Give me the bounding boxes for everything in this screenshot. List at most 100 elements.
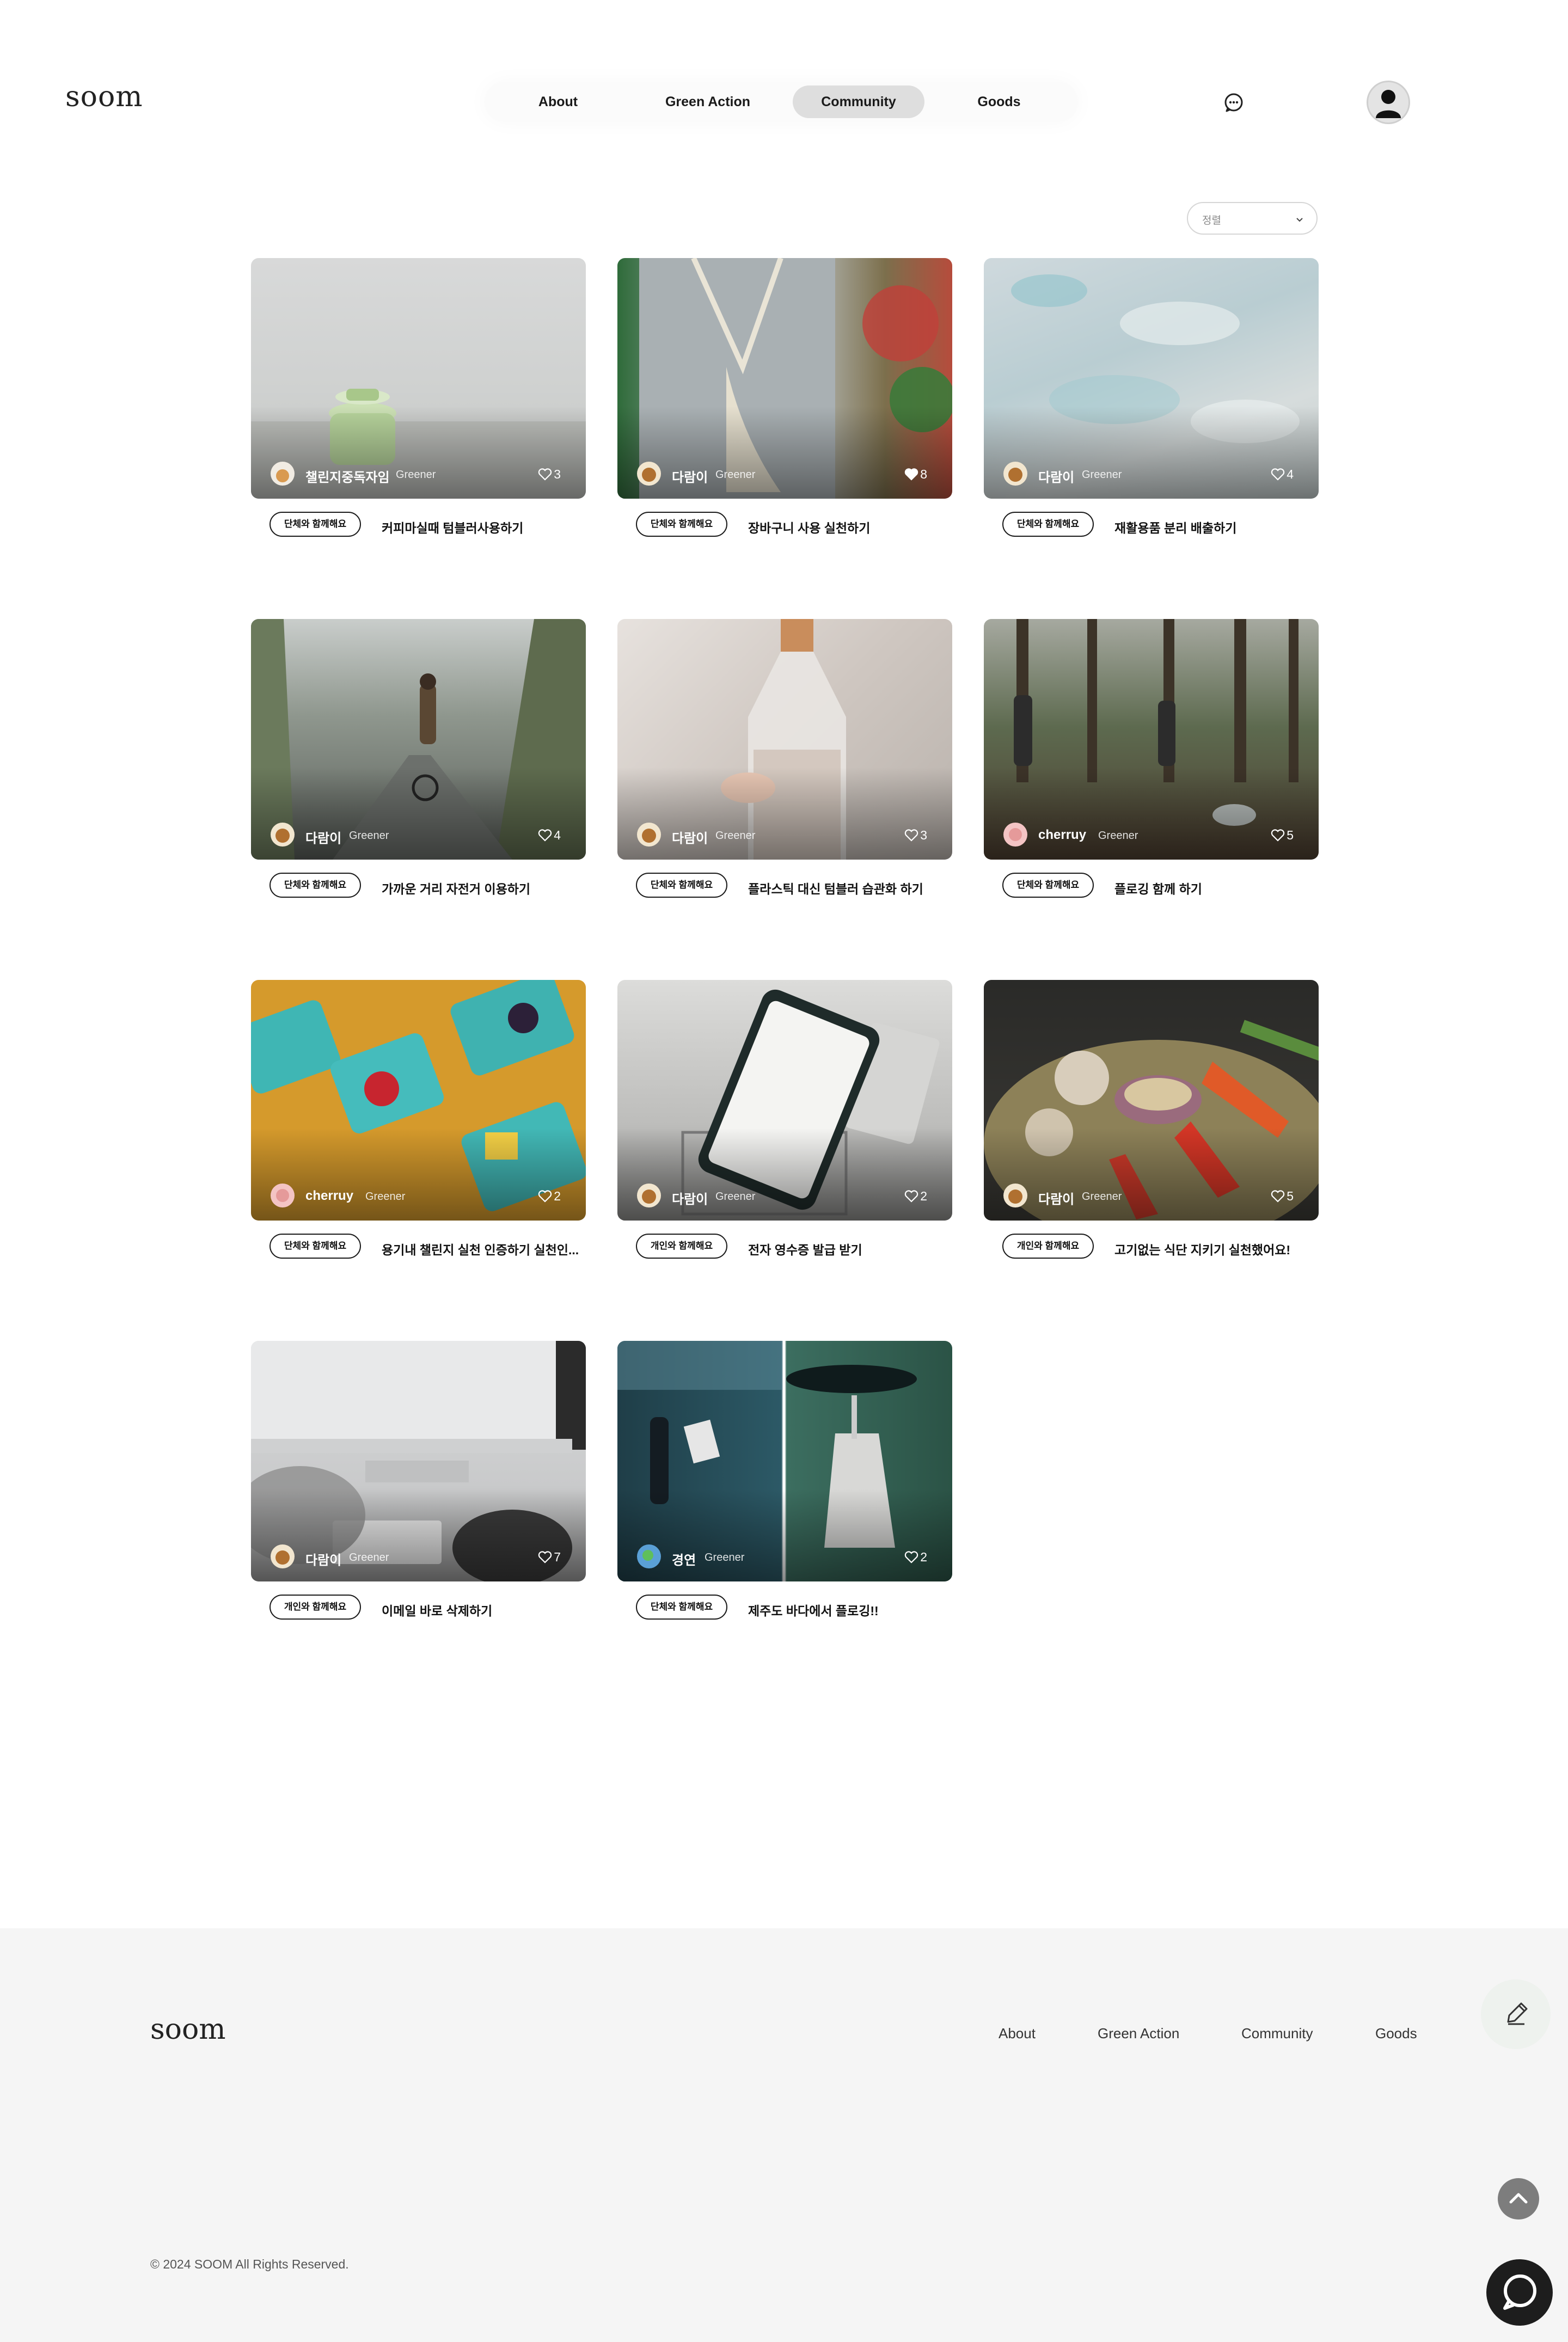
- main-nav: About Green Action Community Goods: [485, 82, 1078, 122]
- post-card[interactable]: 다람이 Greener 4 단체와 함께해요 재활용품 분리 배출하기: [984, 258, 1319, 541]
- author-avatar: [271, 1184, 295, 1207]
- nav-item-about[interactable]: About: [523, 85, 593, 118]
- author-avatar: [637, 823, 661, 847]
- chat-button[interactable]: [1486, 2259, 1553, 2326]
- author-name[interactable]: cherruy: [1038, 827, 1086, 843]
- like-count: 4: [554, 828, 561, 842]
- footer-link-community[interactable]: Community: [1241, 2025, 1313, 2042]
- like-count: 3: [554, 467, 561, 481]
- author-level: Greener: [396, 469, 436, 481]
- post-title[interactable]: 커피마실때 텀블러사용하기: [382, 518, 523, 536]
- post-title[interactable]: 장바구니 사용 실천하기: [748, 518, 870, 536]
- nav-item-community[interactable]: Community: [793, 85, 924, 118]
- post-image[interactable]: 다람이 Greener 4: [984, 258, 1319, 499]
- post-image[interactable]: 챌린지중독자임 Greener 3: [251, 258, 586, 499]
- author-name[interactable]: 다람이: [672, 1188, 708, 1207]
- author-avatar: [1003, 823, 1027, 847]
- post-title[interactable]: 용기내 챌린지 실천 인증하기 실천인...: [382, 1240, 579, 1258]
- like-count: 2: [920, 1189, 927, 1203]
- category-tag: 단체와 함께해요: [636, 1595, 727, 1620]
- heart-icon[interactable]: [538, 829, 552, 842]
- post-card[interactable]: 다람이 Greener 8 단체와 함께해요 장바구니 사용 실천하기: [617, 258, 952, 541]
- site-footer: soom About Green Action Community Goods …: [0, 1928, 1568, 2342]
- heart-icon[interactable]: [1271, 1190, 1285, 1203]
- heart-icon[interactable]: [538, 468, 552, 481]
- like-count: 5: [1287, 1189, 1294, 1203]
- heart-icon[interactable]: [904, 829, 918, 842]
- post-card[interactable]: 경연 Greener 2 단체와 함께해요 제주도 바다에서 플로깅!!: [617, 1341, 952, 1624]
- author-avatar: [637, 462, 661, 486]
- author-avatar: [271, 462, 295, 486]
- author-level: Greener: [1082, 1191, 1122, 1203]
- category-tag: 개인와 함께해요: [270, 1595, 361, 1620]
- author-name[interactable]: 경연: [672, 1549, 696, 1568]
- post-title[interactable]: 전자 영수증 발급 받기: [748, 1240, 862, 1258]
- footer-link-goods[interactable]: Goods: [1375, 2025, 1417, 2042]
- user-avatar-icon[interactable]: [1367, 81, 1410, 124]
- post-title[interactable]: 재활용품 분리 배출하기: [1114, 518, 1236, 536]
- post-image[interactable]: 다람이 Greener 5: [984, 980, 1319, 1221]
- copyright: © 2024 SOOM All Rights Reserved.: [150, 2257, 349, 2271]
- author-name[interactable]: 다람이: [1038, 467, 1074, 486]
- author-avatar: [271, 823, 295, 847]
- author-name[interactable]: 다람이: [305, 1549, 341, 1568]
- heart-icon[interactable]: [538, 1190, 552, 1203]
- post-image[interactable]: 다람이 Greener 8: [617, 258, 952, 499]
- author-name[interactable]: 다람이: [672, 467, 708, 486]
- post-card[interactable]: 다람이 Greener 5 개인와 함께해요 고기없는 식단 지키기 실천했어요…: [984, 980, 1319, 1263]
- author-level: Greener: [349, 830, 389, 842]
- category-tag: 단체와 함께해요: [1002, 873, 1094, 898]
- chevron-down-icon: [1296, 218, 1303, 222]
- heart-icon[interactable]: [1271, 468, 1285, 481]
- post-card[interactable]: cherruy Greener 5 단체와 함께해요 플로깅 함께 하기: [984, 619, 1319, 902]
- post-card[interactable]: 다람이 Greener 2 개인와 함께해요 전자 영수증 발급 받기: [617, 980, 952, 1263]
- logo[interactable]: soom: [65, 83, 143, 111]
- author-avatar: [1003, 1184, 1027, 1207]
- category-tag: 단체와 함께해요: [270, 512, 361, 537]
- footer-link-green-action[interactable]: Green Action: [1098, 2025, 1179, 2042]
- heart-icon[interactable]: [904, 1190, 918, 1203]
- post-image[interactable]: cherruy Greener 2: [251, 980, 586, 1221]
- post-card[interactable]: cherruy Greener 2 단체와 함께해요 용기내 챌린지 실천 인증…: [251, 980, 586, 1263]
- nav-item-green-action[interactable]: Green Action: [653, 85, 762, 118]
- sort-dropdown[interactable]: 정렬: [1187, 202, 1318, 235]
- post-image[interactable]: 경연 Greener 2: [617, 1341, 952, 1581]
- post-title[interactable]: 플로깅 함께 하기: [1114, 879, 1202, 897]
- post-title[interactable]: 제주도 바다에서 플로깅!!: [748, 1601, 879, 1619]
- author-avatar: [271, 1544, 295, 1568]
- post-title[interactable]: 플라스틱 대신 텀블러 습관화 하기: [748, 879, 923, 897]
- post-image[interactable]: 다람이 Greener 7: [251, 1341, 586, 1581]
- post-image[interactable]: 다람이 Greener 3: [617, 619, 952, 860]
- scroll-top-button[interactable]: [1498, 2178, 1539, 2220]
- footer-logo[interactable]: soom: [150, 2015, 226, 2044]
- post-card[interactable]: 챌린지중독자임 Greener 3 단체와 함께해요 커피마실때 텀블러사용하기: [251, 258, 586, 541]
- author-name[interactable]: cherruy: [305, 1188, 353, 1204]
- category-tag: 단체와 함께해요: [270, 1234, 361, 1259]
- post-title[interactable]: 가까운 거리 자전거 이용하기: [382, 879, 530, 897]
- author-name[interactable]: 챌린지중독자임: [305, 467, 390, 486]
- post-title[interactable]: 고기없는 식단 지키기 실천했어요!: [1114, 1240, 1290, 1258]
- author-name[interactable]: 다람이: [305, 827, 341, 847]
- category-tag: 단체와 함께해요: [270, 873, 361, 898]
- heart-icon[interactable]: [904, 468, 918, 481]
- chat-bubble-icon[interactable]: [1223, 91, 1245, 113]
- nav-item-goods[interactable]: Goods: [958, 85, 1040, 118]
- post-title[interactable]: 이메일 바로 삭제하기: [382, 1601, 492, 1619]
- like-count: 8: [920, 467, 927, 481]
- author-name[interactable]: 다람이: [1038, 1188, 1074, 1207]
- footer-link-about[interactable]: About: [999, 2025, 1036, 2042]
- category-tag: 단체와 함께해요: [636, 873, 727, 898]
- heart-icon[interactable]: [904, 1550, 918, 1564]
- post-card[interactable]: 다람이 Greener 7 개인와 함께해요 이메일 바로 삭제하기: [251, 1341, 586, 1624]
- author-level: Greener: [715, 830, 756, 842]
- post-card[interactable]: 다람이 Greener 4 단체와 함께해요 가까운 거리 자전거 이용하기: [251, 619, 586, 902]
- pencil-icon: [1507, 2002, 1528, 2025]
- write-post-button[interactable]: [1481, 1979, 1551, 2049]
- heart-icon[interactable]: [1271, 829, 1285, 842]
- heart-icon[interactable]: [538, 1550, 552, 1564]
- post-image[interactable]: cherruy Greener 5: [984, 619, 1319, 860]
- author-name[interactable]: 다람이: [672, 827, 708, 847]
- post-card[interactable]: 다람이 Greener 3 단체와 함께해요 플라스틱 대신 텀블러 습관화 하…: [617, 619, 952, 902]
- post-image[interactable]: 다람이 Greener 2: [617, 980, 952, 1221]
- post-image[interactable]: 다람이 Greener 4: [251, 619, 586, 860]
